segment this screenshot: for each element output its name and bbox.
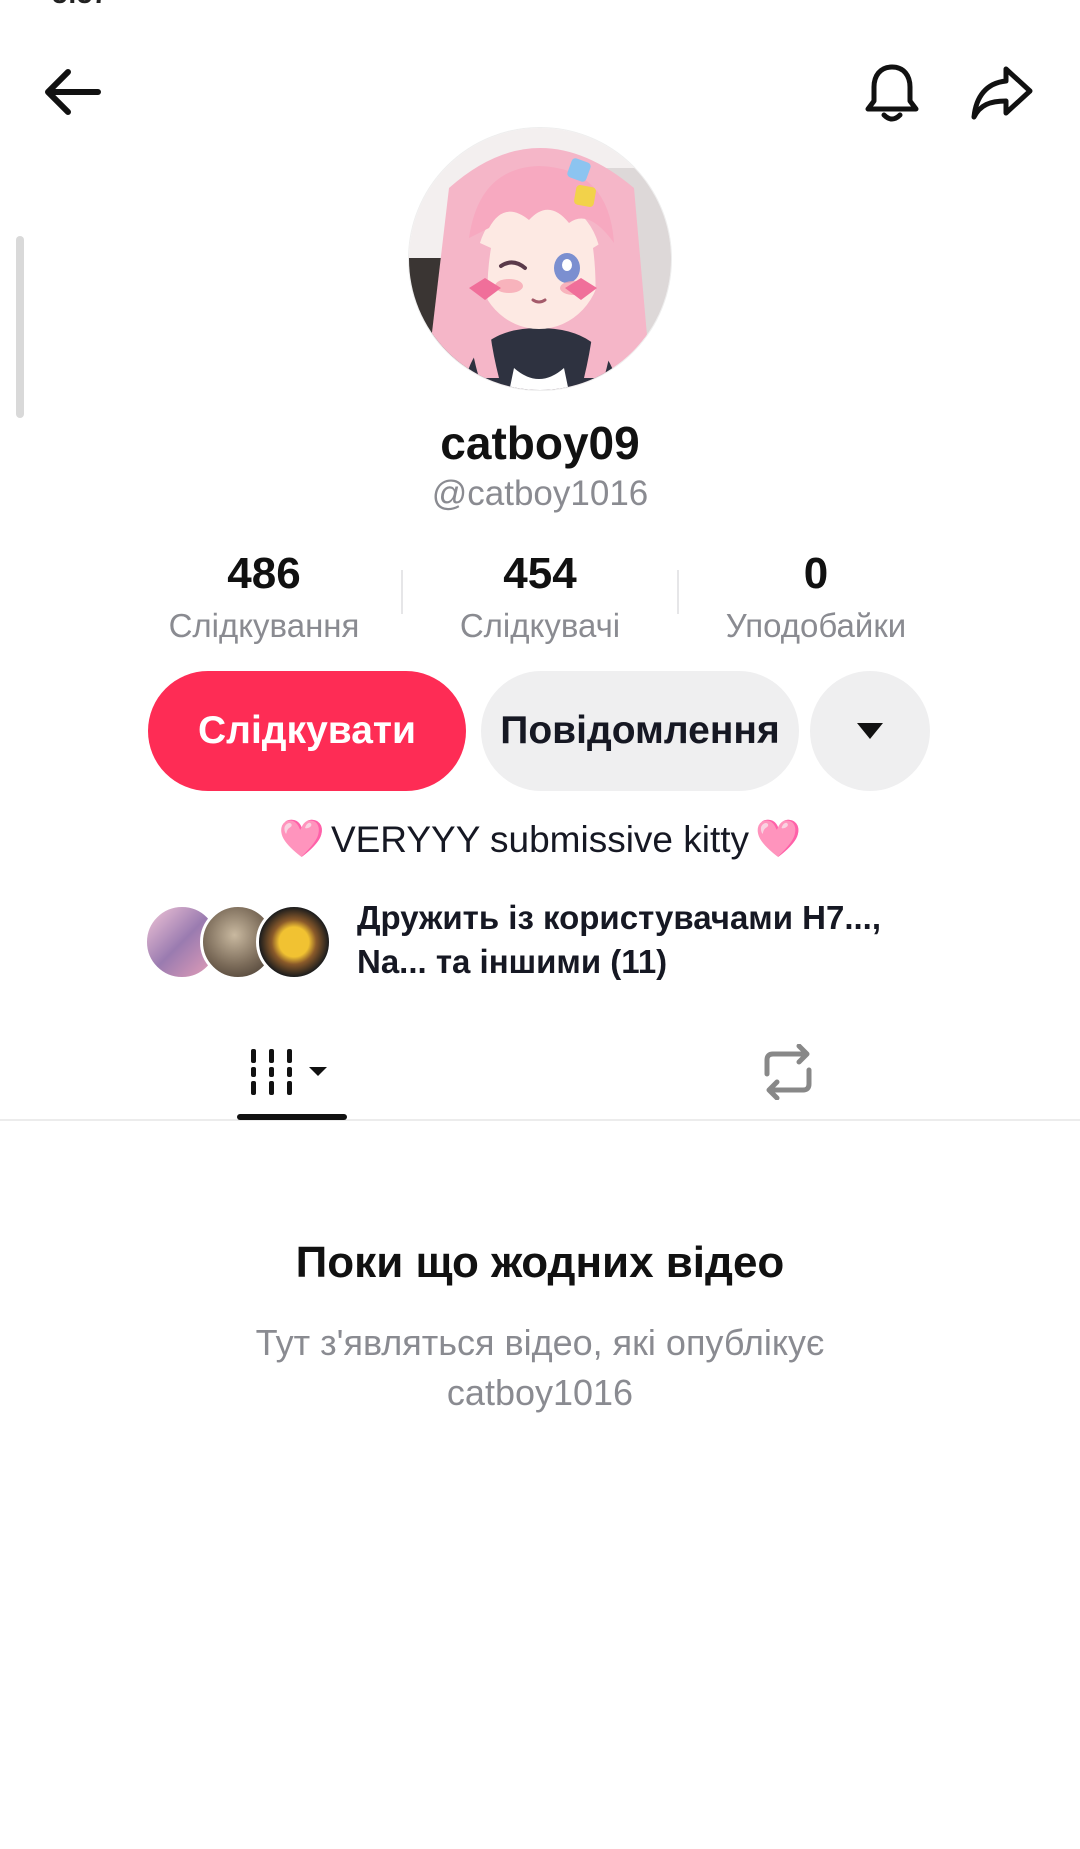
stat-likes[interactable]: 0 Уподобайки [678, 546, 954, 648]
share-arrow-icon [971, 66, 1033, 120]
scroll-indicator [16, 236, 24, 418]
stat-followers-label: Слідкувачі [459, 607, 621, 644]
bio-text: VERYYY submissive kitty [330, 818, 750, 860]
tab-videos[interactable] [236, 1022, 346, 1122]
message-button[interactable]: Повідомлення [481, 671, 799, 791]
empty-state-title: Поки що жодних відео [295, 1238, 785, 1287]
stat-likes-label: Уподобайки [725, 607, 907, 644]
stat-following[interactable]: 486 Слідкування [126, 546, 402, 648]
mutual-friends-avatars[interactable] [144, 904, 334, 980]
heart-emoji-right: 🩷 [755, 818, 802, 859]
status-time: 5:57 [52, 0, 108, 10]
profile-stats: 486 Слідкування 454 Слідкувачі 0 Уподоба… [126, 546, 954, 646]
more-options-button[interactable] [810, 671, 930, 791]
tab-divider [0, 1119, 1080, 1121]
status-bar: 5:57 [0, 0, 1080, 10]
grid-bars-icon [251, 1049, 327, 1095]
display-name: catboy09 [440, 417, 640, 469]
mutual-friends-text[interactable]: Дружить із користувачами H7..., Na... та… [357, 896, 977, 984]
bell-icon [865, 64, 919, 122]
stat-following-value: 486 [227, 549, 301, 598]
status-icons [780, 0, 1020, 2]
tab-reposts[interactable] [748, 1022, 828, 1122]
avatar[interactable] [408, 127, 672, 391]
stat-divider [401, 570, 403, 614]
arrow-left-icon [45, 69, 101, 115]
follow-button[interactable]: Слідкувати [148, 671, 466, 791]
back-button[interactable] [31, 52, 111, 132]
stat-followers-value: 454 [503, 549, 577, 598]
mutual-friends-line-2: Na... та іншими (11) [357, 943, 668, 980]
notifications-button[interactable] [852, 53, 932, 133]
stat-following-label: Слідкування [168, 607, 360, 644]
active-tab-indicator [237, 1114, 347, 1120]
username: @catboy1016 [431, 474, 649, 513]
caret-down-icon [857, 723, 883, 739]
repost-icon [764, 1044, 812, 1100]
bio: 🩷 VERYYY submissive kitty 🩷 [0, 818, 1080, 861]
share-button[interactable] [962, 53, 1042, 133]
stat-divider [677, 570, 679, 614]
mutual-friends-line-1: Дружить із користувачами H7..., [357, 899, 882, 936]
avatar-image [409, 128, 671, 390]
stat-likes-value: 0 [803, 549, 829, 598]
friend-avatar [256, 904, 332, 980]
stat-followers[interactable]: 454 Слідкувачі [402, 546, 678, 648]
heart-emoji-left: 🩷 [278, 818, 325, 859]
empty-state-description: Тут з'являться відео, які опублікує catb… [255, 1322, 825, 1413]
